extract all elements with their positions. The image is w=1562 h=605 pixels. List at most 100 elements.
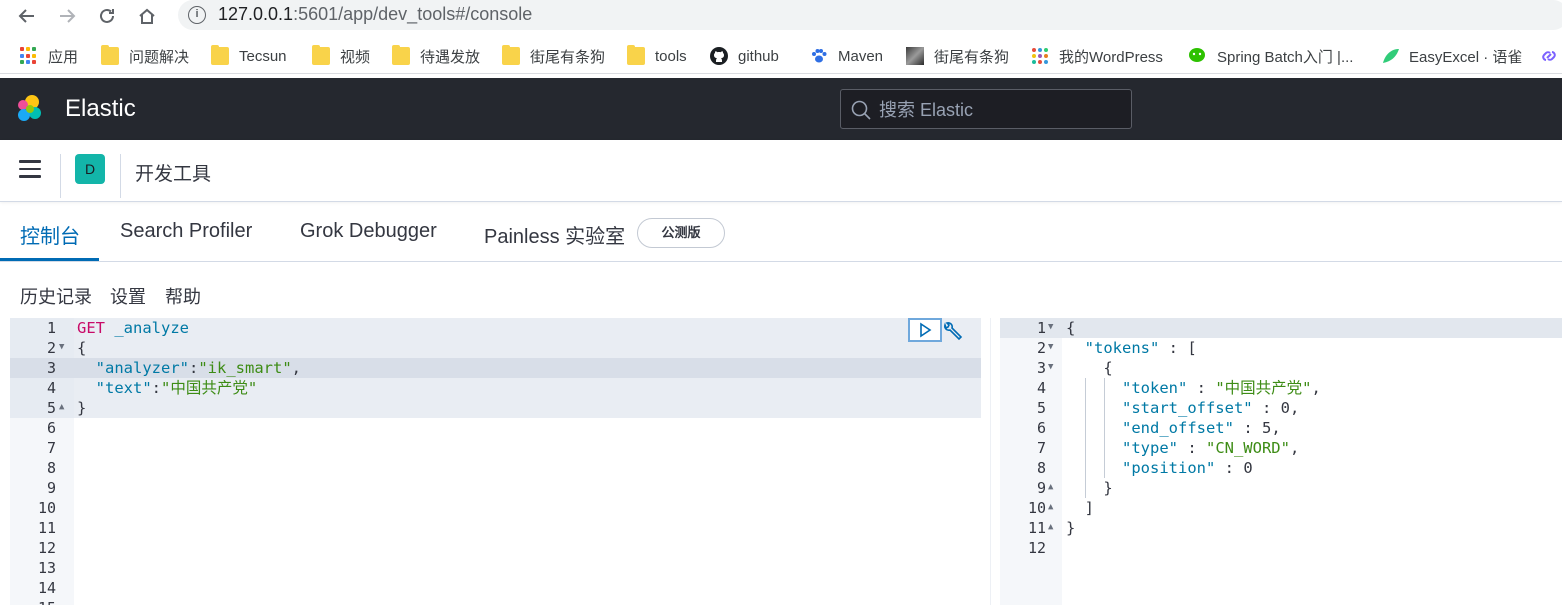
folder-icon bbox=[101, 45, 119, 65]
bookmark-apps[interactable]: 应用 bbox=[20, 44, 78, 68]
line-number: 1 bbox=[1036, 319, 1046, 337]
line-number: 11 bbox=[1027, 519, 1046, 537]
reload-icon[interactable] bbox=[94, 3, 120, 29]
kibana-header: Elastic bbox=[0, 78, 1562, 140]
request-editor[interactable]: 1 2 3 4 5 6 7 8 9 10 11 12 13 14 15 ▼ ▲ … bbox=[10, 318, 981, 605]
apps-icon bbox=[20, 47, 38, 65]
menu-toggle-icon[interactable] bbox=[19, 160, 41, 180]
line-number: 9 bbox=[1036, 479, 1046, 497]
line-number: 14 bbox=[37, 579, 56, 597]
beta-badge: 公测版 bbox=[637, 218, 725, 248]
line-number: 8 bbox=[46, 459, 56, 477]
github-icon bbox=[710, 47, 728, 65]
fold-close-icon[interactable]: ▲ bbox=[1048, 482, 1053, 492]
bookmark-wordpress[interactable]: 我的WordPress bbox=[1031, 44, 1163, 68]
back-icon[interactable] bbox=[14, 3, 40, 29]
bookmark-folder[interactable]: Tecsun bbox=[211, 44, 287, 68]
bookmark-blog[interactable]: 街尾有条狗 bbox=[906, 44, 1009, 68]
line-number: 3 bbox=[1036, 359, 1046, 377]
info-icon[interactable]: i bbox=[188, 6, 206, 24]
app-title[interactable]: Elastic bbox=[65, 95, 136, 123]
fold-open-icon[interactable]: ▼ bbox=[1048, 322, 1053, 332]
breadcrumb-bar: D 开发工具 bbox=[0, 140, 1562, 202]
bookmark-github[interactable]: github bbox=[710, 44, 779, 68]
divider bbox=[60, 154, 61, 198]
fold-close-icon[interactable]: ▲ bbox=[1048, 522, 1053, 532]
line-number: 1 bbox=[46, 319, 56, 337]
search-icon bbox=[851, 100, 871, 120]
fold-open-icon[interactable]: ▼ bbox=[1048, 342, 1053, 352]
settings-link[interactable]: 设置 bbox=[110, 283, 146, 309]
help-link[interactable]: 帮助 bbox=[165, 283, 201, 309]
folder-icon bbox=[627, 45, 645, 65]
code-line: "type" : "CN_WORD", bbox=[1066, 439, 1300, 457]
address-bar[interactable]: i 127.0.0.1:5601/app/dev_tools#/console bbox=[178, 0, 1562, 30]
request-actions-button[interactable] bbox=[942, 320, 964, 342]
bookmark-maven[interactable]: Maven bbox=[810, 44, 883, 68]
line-number: 7 bbox=[46, 439, 56, 457]
fold-close-icon[interactable]: ▲ bbox=[1048, 502, 1053, 512]
fold-open-icon[interactable]: ▼ bbox=[59, 342, 64, 352]
fold-open-icon[interactable]: ▼ bbox=[1048, 362, 1053, 372]
bookmark-folder[interactable]: 视频 bbox=[312, 44, 370, 68]
code-line: "end_offset" : 5, bbox=[1066, 419, 1281, 437]
line-number: 10 bbox=[1027, 499, 1046, 517]
line-number: 10 bbox=[37, 499, 56, 517]
code-line: GET _analyze bbox=[77, 319, 189, 337]
line-number: 3 bbox=[46, 359, 56, 377]
code-line: "position" : 0 bbox=[1066, 459, 1253, 477]
code-line: } bbox=[1066, 479, 1113, 497]
code-line: } bbox=[1066, 519, 1076, 537]
grid-dots-icon bbox=[1031, 47, 1049, 65]
elastic-logo-icon[interactable] bbox=[14, 93, 46, 125]
bookmark-overflow[interactable] bbox=[1540, 44, 1562, 68]
code-line: { bbox=[1066, 319, 1076, 337]
line-number: 6 bbox=[1036, 419, 1046, 437]
bookmarks-bar: 应用 问题解决 Tecsun 视频 待遇发放 街尾有条狗 tools githu… bbox=[0, 38, 1562, 74]
play-icon bbox=[920, 322, 932, 338]
line-number: 6 bbox=[46, 419, 56, 437]
tab-painless-lab[interactable]: Painless 实验室 bbox=[484, 220, 625, 249]
bookmark-folder[interactable]: 问题解决 bbox=[101, 44, 189, 68]
folder-icon bbox=[392, 45, 410, 65]
line-number: 12 bbox=[1027, 539, 1046, 557]
home-icon[interactable] bbox=[134, 3, 160, 29]
line-number: 7 bbox=[1036, 439, 1046, 457]
bookmark-folder[interactable]: tools bbox=[627, 44, 687, 68]
global-search[interactable] bbox=[840, 89, 1132, 129]
tab-search-profiler[interactable]: Search Profiler bbox=[120, 220, 252, 243]
space-avatar[interactable]: D bbox=[75, 154, 105, 184]
line-number: 15 bbox=[10, 598, 56, 605]
wrench-icon bbox=[944, 322, 963, 341]
line-number: 11 bbox=[37, 519, 56, 537]
wechat-icon bbox=[1189, 47, 1207, 65]
folder-icon bbox=[312, 45, 330, 65]
paw-icon bbox=[810, 47, 828, 65]
code-line: "text":"中国共产党" bbox=[77, 379, 258, 397]
response-editor[interactable]: 1 2 3 4 5 6 7 8 9 10 11 12 ▼ ▼ ▼ ▲ ▲ ▲ {… bbox=[1000, 318, 1562, 605]
code-line: "analyzer":"ik_smart", bbox=[77, 359, 301, 377]
tab-grok-debugger[interactable]: Grok Debugger bbox=[300, 220, 437, 243]
line-number: 2 bbox=[1036, 339, 1046, 357]
active-tab-indicator bbox=[0, 258, 99, 261]
folder-icon bbox=[502, 45, 520, 65]
history-link[interactable]: 历史记录 bbox=[20, 283, 92, 309]
breadcrumb-current: 开发工具 bbox=[135, 164, 212, 185]
devtools-tabs: 控制台 Search Profiler Grok Debugger Painle… bbox=[0, 204, 1562, 262]
browser-toolbar: i 127.0.0.1:5601/app/dev_tools#/console bbox=[0, 0, 1562, 34]
code-line: { bbox=[1066, 359, 1113, 377]
bookmark-spring-batch[interactable]: Spring Batch入门 |... bbox=[1189, 44, 1353, 68]
fold-close-icon[interactable]: ▲ bbox=[59, 402, 64, 412]
bookmark-folder[interactable]: 街尾有条狗 bbox=[502, 44, 605, 68]
link-icon bbox=[1540, 47, 1558, 65]
bookmark-easyexcel[interactable]: EasyExcel · 语雀 bbox=[1381, 44, 1522, 68]
pane-resizer[interactable] bbox=[981, 318, 1000, 605]
tab-console[interactable]: 控制台 bbox=[20, 220, 80, 249]
bookmark-folder[interactable]: 待遇发放 bbox=[392, 44, 480, 68]
forward-icon[interactable] bbox=[54, 3, 80, 29]
search-input[interactable] bbox=[879, 96, 1119, 124]
code-line: } bbox=[77, 399, 87, 417]
folder-icon bbox=[211, 45, 229, 65]
divider bbox=[120, 154, 121, 198]
send-request-button[interactable] bbox=[908, 318, 942, 342]
